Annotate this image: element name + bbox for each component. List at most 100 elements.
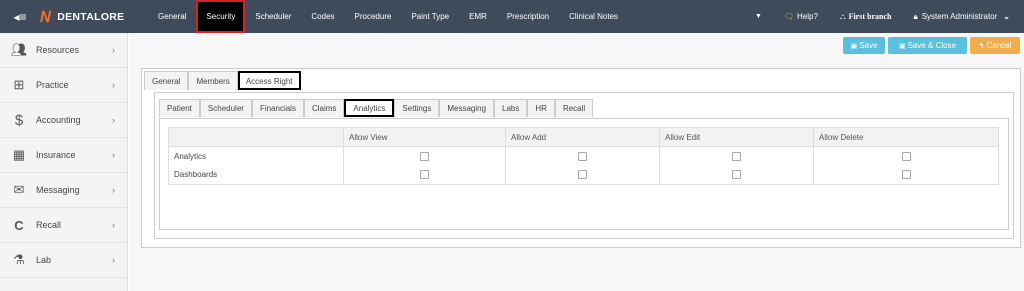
refresh-icon: C <box>14 217 24 233</box>
lock-icon: 🔒︎ <box>913 11 918 21</box>
save-close-button[interactable]: ▣ Save & Close <box>888 37 967 54</box>
save-label: Save <box>859 41 878 50</box>
floppy-icon: ▣ <box>898 42 906 50</box>
sidebar-item-practice[interactable]: ⊞ Practice › <box>0 68 127 103</box>
tab-patient[interactable]: Patient <box>159 99 200 117</box>
allow-delete-checkbox[interactable] <box>901 170 911 180</box>
nav-codes[interactable]: Codes <box>301 0 344 33</box>
sidebar-item-label: Lab <box>36 255 52 265</box>
sitemap-icon: ⛬ <box>839 11 846 21</box>
table-row: Analytics <box>168 146 999 166</box>
chevron-right-icon: › <box>112 220 115 230</box>
chevron-right-icon: › <box>112 80 115 90</box>
row-label: Analytics <box>168 146 344 166</box>
row-label: Dashboards <box>168 165 344 185</box>
sidebar-item-messaging[interactable]: ✉ Messaging › <box>0 173 127 208</box>
brand[interactable]: 𝘕 DENTALORE <box>40 0 148 33</box>
permissions-box: Allow View Allow Add Allow Edit Allow De… <box>159 118 1009 230</box>
allow-add-checkbox[interactable] <box>578 151 587 161</box>
nav-clinical-notes[interactable]: Clinical Notes <box>559 0 628 33</box>
tab-scheduler[interactable]: Scheduler <box>199 99 252 117</box>
user-menu[interactable]: 🔒︎ System Administrator ⌄ <box>913 12 1010 22</box>
sidebar-item-insurance[interactable]: ▦ Insurance › <box>0 138 127 173</box>
branch-selector[interactable]: ⛬ First branch <box>840 12 892 22</box>
allow-view-checkbox[interactable] <box>420 170 429 180</box>
security-panel: General Members Access Right Patient Sch… <box>141 68 1021 248</box>
sidebar-item-resources[interactable]: 👥︎ Resources › <box>0 33 127 68</box>
help-link[interactable]: 🗨 Help? <box>784 12 818 21</box>
sidebar-item-label: Resources <box>36 45 80 55</box>
allow-delete-checkbox[interactable] <box>901 151 911 161</box>
save-button[interactable]: ▣ Save <box>843 37 885 54</box>
column-header-delete: Allow Delete <box>813 127 999 147</box>
nav-procedure[interactable]: Procedure <box>345 0 402 33</box>
tab-messaging[interactable]: Messaging <box>439 99 495 117</box>
sidebar-item-accounting[interactable]: $ Accounting › <box>0 103 127 138</box>
nav-emr[interactable]: EMR <box>459 0 497 33</box>
tab-general[interactable]: General <box>144 71 189 90</box>
table-header-row: Allow View Allow Add Allow Edit Allow De… <box>168 127 999 147</box>
main-nav: General Security Scheduler Codes Procedu… <box>148 0 628 33</box>
nav-prescription[interactable]: Prescription <box>497 0 559 33</box>
sidebar-item-lab[interactable]: ⚗ Lab › <box>0 243 127 278</box>
column-header-edit: Allow Edit <box>659 127 814 147</box>
users-icon: 👥︎ <box>10 42 28 57</box>
more-dropdown-icon[interactable]: ▼ <box>755 13 762 20</box>
cancel-button[interactable]: ↰ Cancel <box>970 37 1020 54</box>
tab-recall[interactable]: Recall <box>554 99 594 117</box>
nav-general[interactable]: General <box>148 0 196 33</box>
chevron-right-icon: › <box>112 45 115 55</box>
dollar-icon: $ <box>14 111 24 129</box>
user-label: System Administrator <box>921 12 998 21</box>
menu-toggle-icon[interactable]: ◂≡ <box>0 0 40 33</box>
allow-add-checkbox[interactable] <box>578 170 587 180</box>
tab-analytics[interactable]: Analytics <box>344 99 395 117</box>
help-label: Help? <box>797 12 818 21</box>
inner-tabs: Patient Scheduler Financials Claims Anal… <box>159 99 594 117</box>
sidebar-item-label: Recall <box>36 220 62 230</box>
save-close-label: Save & Close <box>907 41 957 50</box>
tab-financials[interactable]: Financials <box>251 99 304 117</box>
chevron-right-icon: › <box>112 185 115 195</box>
column-header-add: Allow Add <box>505 127 660 147</box>
tab-access-right[interactable]: Access Right <box>237 71 301 90</box>
allow-view-checkbox[interactable] <box>420 151 429 161</box>
chevron-right-icon: › <box>112 255 115 265</box>
undo-icon: ↰ <box>978 42 985 50</box>
table-row: Dashboards <box>168 165 999 185</box>
chat-icon: 🗨 <box>783 12 795 21</box>
sidebar-item-label: Practice <box>36 80 69 90</box>
nav-scheduler[interactable]: Scheduler <box>245 0 301 33</box>
tab-settings[interactable]: Settings <box>394 99 440 117</box>
nav-security[interactable]: Security <box>196 0 246 33</box>
tab-members[interactable]: Members <box>188 71 238 90</box>
sidebar-item-label: Accounting <box>36 115 81 125</box>
envelope-icon: ✉ <box>13 182 25 197</box>
chevron-right-icon: › <box>112 150 115 160</box>
sidebar-item-label: Messaging <box>36 185 80 195</box>
branch-label: First branch <box>848 12 892 21</box>
access-right-panel: Patient Scheduler Financials Claims Anal… <box>154 92 1014 239</box>
medkit-icon: ⊞ <box>13 77 25 92</box>
tab-claims[interactable]: Claims <box>303 99 345 117</box>
allow-edit-checkbox[interactable] <box>732 170 741 180</box>
building-icon: ▦ <box>12 147 26 162</box>
tab-hr[interactable]: HR <box>527 99 555 117</box>
outer-tabs: General Members Access Right <box>144 71 301 90</box>
sidebar-item-label: Insurance <box>36 150 76 160</box>
permissions-table: Allow View Allow Add Allow Edit Allow De… <box>168 127 999 185</box>
column-header-name <box>168 127 344 147</box>
top-navbar: ◂≡ 𝘕 DENTALORE General Security Schedule… <box>0 0 1024 33</box>
nav-paint-type[interactable]: Paint Type <box>401 0 459 33</box>
chevron-down-icon: ⌄ <box>1003 12 1010 21</box>
action-bar: ▣ Save ▣ Save & Close ↰ Cancel <box>843 37 1020 54</box>
logo-icon: 𝘕 <box>40 8 52 26</box>
allow-edit-checkbox[interactable] <box>732 151 741 161</box>
tab-labs[interactable]: Labs <box>494 99 528 117</box>
chevron-right-icon: › <box>112 115 115 125</box>
sidebar: 👥︎ Resources › ⊞ Practice › $ Accounting… <box>0 33 128 291</box>
main-content: ▣ Save ▣ Save & Close ↰ Cancel General M… <box>129 33 1024 291</box>
floppy-icon: ▣ <box>850 42 858 50</box>
sidebar-item-recall[interactable]: C Recall › <box>0 208 127 243</box>
column-header-view: Allow View <box>343 127 506 147</box>
